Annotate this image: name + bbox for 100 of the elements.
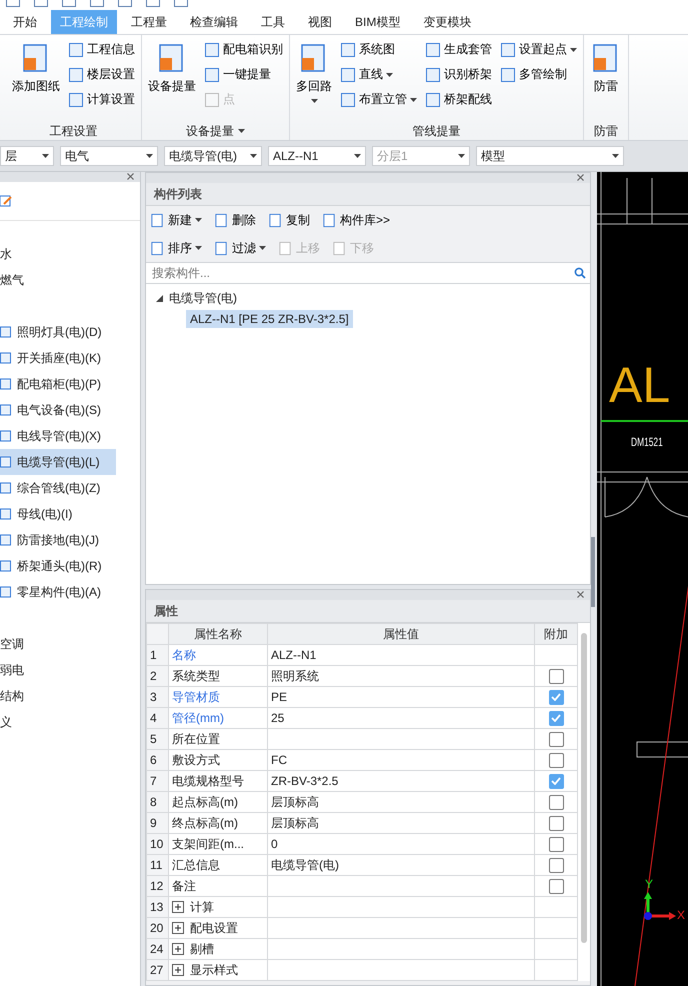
table-cell[interactable]: 照明系统 [268, 666, 534, 686]
table-cell[interactable]: ZR-BV-3*2.5 [268, 770, 534, 792]
toolbar-icon[interactable] [6, 0, 20, 7]
close-icon[interactable] [127, 173, 134, 180]
tool-button[interactable]: 桥架配线 [423, 88, 494, 111]
table-cell[interactable] [268, 876, 534, 896]
scrollbar[interactable] [581, 633, 587, 943]
tool-button[interactable]: 一键提量 [202, 63, 285, 86]
table-cell[interactable]: 层顶标高 [268, 792, 534, 812]
checkbox[interactable] [548, 878, 564, 894]
tree-item[interactable]: 配电箱柜(电)(P) [0, 371, 116, 397]
large-tool-button[interactable]: 添加图纸 [10, 38, 62, 99]
table-cell[interactable] [268, 728, 534, 750]
tree-item[interactable]: 桥架通头(电)(R) [0, 553, 116, 579]
table-cell[interactable]: 0 [268, 834, 534, 854]
tree-item[interactable]: 义 [0, 709, 140, 735]
tree-item[interactable]: 零星构件(电)(A) [0, 579, 116, 605]
expand-icon[interactable] [172, 964, 184, 976]
tree-item[interactable]: 电缆导管(电)(L) [0, 449, 116, 475]
tool-button[interactable]: 生成套管 [423, 38, 494, 61]
expand-icon[interactable] [172, 943, 184, 955]
table-cell[interactable]: ALZ--N1 [268, 644, 534, 666]
large-tool-button[interactable]: 防雷 [588, 38, 624, 99]
ribbon-tab[interactable]: 变更模块 [414, 10, 480, 34]
tree-item[interactable]: 空调 [0, 631, 140, 657]
toolbar-button[interactable]: 过滤 [212, 240, 268, 256]
tree-item[interactable]: 防雷接地(电)(J) [0, 527, 116, 553]
table-cell[interactable]: 电缆导管(电) [268, 854, 534, 876]
tool-button[interactable]: 楼层设置 [66, 63, 137, 86]
large-tool-button[interactable]: 设备提量 [146, 38, 198, 99]
ribbon-tab[interactable]: 视图 [299, 10, 341, 34]
toolbar-button[interactable]: 删除 [212, 212, 258, 228]
toolbar-icon[interactable] [34, 0, 48, 7]
tool-button[interactable]: 计算设置 [66, 88, 137, 111]
tree-item[interactable]: 弱电 [0, 657, 140, 683]
toolbar-icon[interactable] [90, 0, 104, 7]
tool-button[interactable]: 配电箱识别 [202, 38, 285, 61]
expand-icon[interactable] [172, 901, 184, 913]
tool-button[interactable]: 识别桥架 [423, 63, 494, 86]
tree-item[interactable]: 燃气 [0, 267, 140, 293]
ribbon-tab[interactable]: 工具 [252, 10, 294, 34]
tree-item[interactable]: 照明灯具(电)(D) [0, 319, 116, 345]
toolbar-button[interactable]: 复制 [266, 212, 312, 228]
tree-item[interactable]: 结构 [0, 683, 140, 709]
toolbar-icon[interactable] [62, 0, 76, 7]
checkbox[interactable] [548, 732, 564, 747]
tool-button[interactable]: 系统图 [338, 38, 419, 61]
toolbar-button[interactable]: 排序 [148, 240, 204, 256]
tree-item[interactable]: 开关插座(电)(K) [0, 345, 116, 371]
ribbon-tab[interactable]: 开始 [4, 10, 46, 34]
ribbon-tab[interactable]: BIM模型 [346, 10, 410, 34]
checkbox[interactable] [548, 710, 564, 726]
ribbon-tab[interactable]: 检查编辑 [181, 10, 247, 34]
tree-item[interactable]: 综合管线(电)(Z) [0, 475, 116, 501]
dropdown-field[interactable]: 模型 [476, 146, 624, 166]
toolbar-button[interactable]: 构件库>> [320, 212, 392, 228]
close-icon[interactable] [577, 174, 584, 181]
checkbox[interactable] [548, 774, 564, 789]
toolbar-icon[interactable] [146, 0, 160, 7]
ribbon-tab[interactable]: 工程量 [122, 10, 176, 34]
tree-item[interactable]: 电缆导管(电) [169, 290, 237, 306]
search-icon[interactable] [574, 267, 586, 279]
toolbar-icon[interactable] [118, 0, 132, 7]
checkbox[interactable] [548, 836, 564, 852]
table-cell[interactable]: FC [268, 750, 534, 770]
checkbox[interactable] [548, 858, 564, 873]
toolbar-button[interactable]: 新建 [148, 212, 204, 228]
column-header: 属性名称 [168, 624, 268, 644]
close-icon[interactable] [577, 591, 584, 598]
expand-icon[interactable] [172, 922, 184, 934]
splitter-handle[interactable] [591, 537, 595, 607]
collapse-icon[interactable] [156, 294, 163, 302]
tool-button[interactable]: 多管绘制 [498, 63, 579, 86]
caret-icon [354, 154, 361, 158]
checkbox[interactable] [548, 752, 564, 768]
tool-button[interactable]: 设置起点 [498, 38, 579, 61]
dropdown-field[interactable]: 电气 [60, 146, 158, 166]
tree-item[interactable]: 母线(电)(I) [0, 501, 116, 527]
edit-icon[interactable] [0, 194, 12, 208]
checkbox[interactable] [548, 668, 564, 684]
large-tool-button[interactable]: 多回路 [294, 38, 334, 107]
group-title[interactable]: 设备提量 [186, 122, 245, 140]
tool-button[interactable]: 直线 [338, 63, 419, 86]
tree-item[interactable]: 电线导管(电)(X) [0, 423, 116, 449]
dropdown-field[interactable]: 电缆导管(电) [164, 146, 262, 166]
tree-item[interactable]: 电气设备(电)(S) [0, 397, 116, 423]
tree-item[interactable]: ALZ--N1 [PE 25 ZR-BV-3*2.5] [186, 310, 353, 328]
checkbox[interactable] [548, 794, 564, 810]
toolbar-icon[interactable] [174, 0, 188, 7]
tree-item[interactable]: 水 [0, 241, 140, 267]
table-cell[interactable]: 25 [268, 708, 534, 728]
dropdown-field[interactable]: 层 [0, 146, 54, 166]
tool-button[interactable]: 工程信息 [66, 38, 137, 61]
table-cell[interactable]: 层顶标高 [268, 812, 534, 834]
dropdown-field[interactable]: ALZ--N1 [268, 146, 366, 166]
row-number: 13 [146, 896, 168, 918]
tool-button[interactable]: 布置立管 [338, 88, 419, 111]
table-cell[interactable]: PE [268, 686, 534, 708]
checkbox[interactable] [548, 816, 564, 831]
checkbox[interactable] [548, 690, 564, 705]
